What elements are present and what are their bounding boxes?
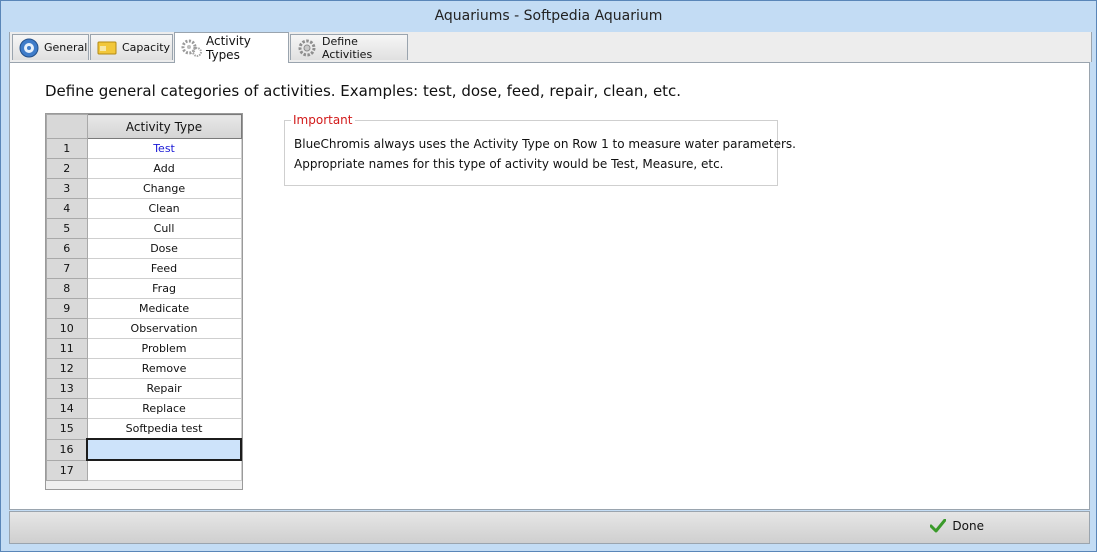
important-line-1: BlueChromis always uses the Activity Typ… bbox=[294, 137, 796, 151]
table-row[interactable]: 11 Problem bbox=[46, 338, 242, 359]
window-title: Aquariums - Softpedia Aquarium bbox=[1, 1, 1096, 32]
checkmark-icon bbox=[930, 519, 947, 533]
grid-corner[interactable] bbox=[46, 114, 88, 139]
table-row[interactable]: 7 Feed bbox=[46, 258, 242, 279]
tab-general[interactable]: General bbox=[12, 34, 89, 60]
activity-type-cell[interactable]: Replace bbox=[86, 398, 242, 419]
activity-type-cell[interactable]: Add bbox=[86, 158, 242, 179]
activity-type-cell[interactable]: Remove bbox=[86, 358, 242, 379]
activity-type-cell[interactable]: Frag bbox=[86, 278, 242, 299]
gear-icon bbox=[297, 38, 317, 58]
table-row[interactable]: 8 Frag bbox=[46, 278, 242, 299]
tab-label: General bbox=[44, 41, 88, 54]
row-number[interactable]: 2 bbox=[46, 158, 88, 179]
table-row[interactable]: 14 Replace bbox=[46, 398, 242, 419]
table-row[interactable]: 9 Medicate bbox=[46, 298, 242, 319]
tab-activity-types[interactable]: Activity Types bbox=[174, 32, 289, 63]
table-row[interactable]: 13 Repair bbox=[46, 378, 242, 399]
row-number[interactable]: 3 bbox=[46, 178, 88, 199]
row-number[interactable]: 1 bbox=[46, 138, 88, 159]
activity-type-cell[interactable]: Cull bbox=[86, 218, 242, 239]
row-number[interactable]: 6 bbox=[46, 238, 88, 259]
table-row[interactable]: 6 Dose bbox=[46, 238, 242, 259]
activity-types-panel: Define general categories of activities.… bbox=[9, 62, 1090, 510]
row-number[interactable]: 17 bbox=[46, 459, 88, 481]
row-number[interactable]: 13 bbox=[46, 378, 88, 399]
column-header-activity-type[interactable]: Activity Type bbox=[86, 114, 242, 139]
table-row[interactable]: 1 Test bbox=[46, 138, 242, 159]
table-row[interactable]: 4 Clean bbox=[46, 198, 242, 219]
activity-type-grid[interactable]: Activity Type 1 Test 2 Add 3 Change 4 Clean … bbox=[45, 113, 243, 490]
row-number[interactable]: 11 bbox=[46, 338, 88, 359]
gears-icon bbox=[181, 38, 202, 58]
activity-type-cell[interactable]: Feed bbox=[86, 258, 242, 279]
tab-label: Activity Types bbox=[206, 34, 251, 62]
tab-label: Capacity bbox=[122, 41, 171, 54]
activity-type-cell[interactable]: Dose bbox=[86, 238, 242, 259]
activity-type-cell[interactable]: Repair bbox=[86, 378, 242, 399]
app-window: Aquariums - Softpedia Aquarium General C… bbox=[0, 0, 1097, 552]
general-icon bbox=[19, 38, 39, 58]
activity-type-cell[interactable]: Softpedia test bbox=[86, 418, 242, 440]
row-number[interactable]: 5 bbox=[46, 218, 88, 239]
activity-type-cell[interactable]: Change bbox=[86, 178, 242, 199]
tab-strip: General Capacity Activity Types Define A… bbox=[9, 32, 1092, 63]
row-number[interactable]: 10 bbox=[46, 318, 88, 339]
table-row[interactable]: 12 Remove bbox=[46, 358, 242, 379]
activity-type-cell[interactable]: Clean bbox=[86, 198, 242, 219]
footer-bar: Done bbox=[9, 511, 1090, 544]
row-number[interactable]: 15 bbox=[46, 418, 88, 440]
table-row[interactable]: 10 Observation bbox=[46, 318, 242, 339]
important-legend: Important bbox=[291, 113, 355, 127]
important-line-2: Appropriate names for this type of activ… bbox=[294, 157, 724, 171]
done-button[interactable]: Done bbox=[930, 519, 984, 533]
activity-type-cell[interactable]: Medicate bbox=[86, 298, 242, 319]
activity-type-cell[interactable]: Observation bbox=[86, 318, 242, 339]
table-row[interactable]: 5 Cull bbox=[46, 218, 242, 239]
table-row[interactable]: 15 Softpedia test bbox=[46, 418, 242, 440]
grid-header-row: Activity Type bbox=[46, 114, 242, 139]
tab-define-activities[interactable]: Define Activities bbox=[290, 34, 408, 61]
row-number[interactable]: 4 bbox=[46, 198, 88, 219]
tab-label: Define Activities bbox=[322, 34, 373, 61]
done-label: Done bbox=[952, 519, 984, 533]
selected-activity-type-cell[interactable] bbox=[86, 438, 242, 461]
important-note-box: Important BlueChromis always uses the Ac… bbox=[284, 113, 796, 186]
row-number[interactable]: 12 bbox=[46, 358, 88, 379]
table-row[interactable]: 17 bbox=[46, 459, 242, 481]
table-row[interactable]: 2 Add bbox=[46, 158, 242, 179]
tab-capacity[interactable]: Capacity bbox=[90, 34, 173, 60]
activity-type-cell[interactable] bbox=[86, 459, 242, 481]
row-number[interactable]: 14 bbox=[46, 398, 88, 419]
row-number[interactable]: 8 bbox=[46, 278, 88, 299]
activity-type-cell[interactable]: Problem bbox=[86, 338, 242, 359]
row-number[interactable]: 9 bbox=[46, 298, 88, 319]
row-number[interactable]: 7 bbox=[46, 258, 88, 279]
page-heading: Define general categories of activities.… bbox=[45, 82, 682, 100]
table-row[interactable]: 3 Change bbox=[46, 178, 242, 199]
row-number[interactable]: 16 bbox=[46, 438, 88, 461]
activity-type-cell[interactable]: Test bbox=[86, 138, 242, 159]
capacity-icon bbox=[97, 38, 117, 58]
table-row[interactable]: 16 bbox=[46, 438, 242, 461]
